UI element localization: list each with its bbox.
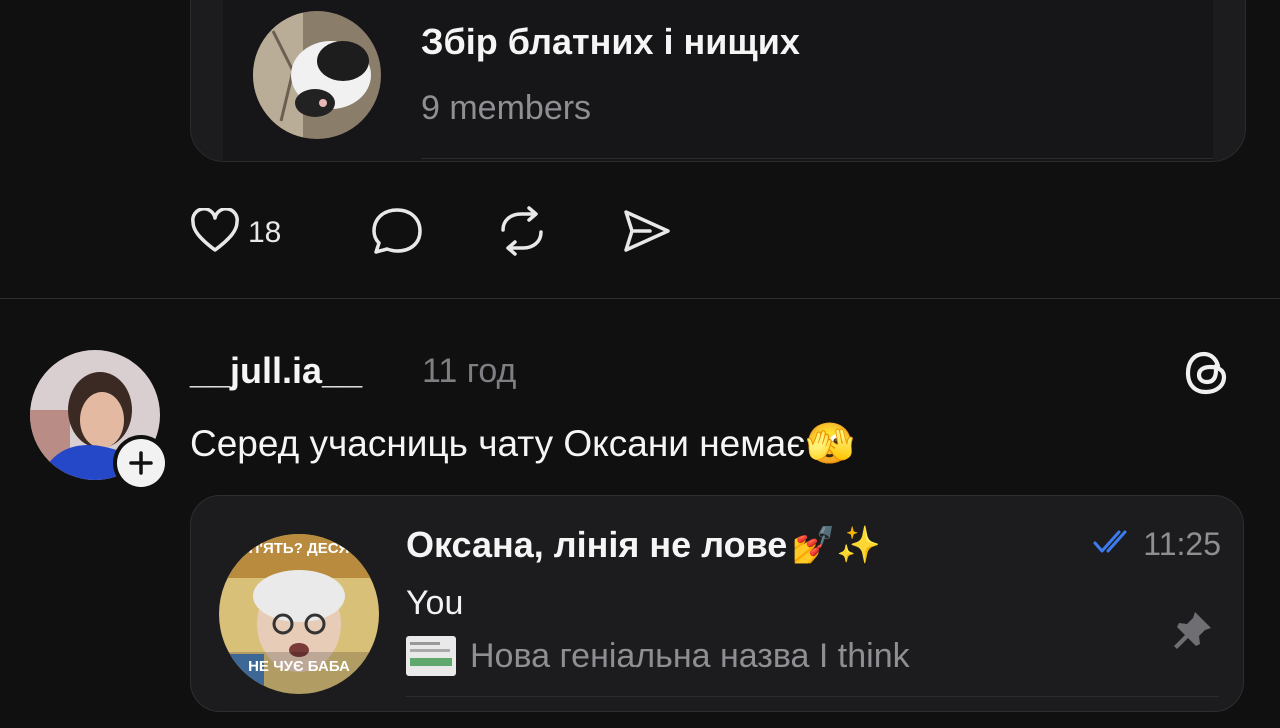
chat-title-text: Оксана, лінія не лове xyxy=(406,524,788,565)
like-button[interactable]: 18 xyxy=(190,206,282,259)
chat-preview-card[interactable]: П'ЯТЬ? ДЕСЯ НЕ ЧУЄ БАБА Оксана, лінія не… xyxy=(190,495,1244,712)
separator xyxy=(406,696,1219,697)
repost-button[interactable] xyxy=(495,205,549,261)
nail-sparkle-emoji: 💅✨ xyxy=(791,524,881,565)
comment-button[interactable] xyxy=(370,206,424,261)
threads-logo-icon[interactable] xyxy=(1180,346,1234,400)
group-member-count: 9 members xyxy=(421,89,592,127)
repost-icon xyxy=(495,205,549,261)
chat-last-message-text: Нова геніальна назва I think xyxy=(470,636,910,675)
face-peeking-emoji: 🫣 xyxy=(805,422,855,466)
post-text-content: Серед учасниць чату Оксани немає xyxy=(190,422,806,464)
chat-avatar: П'ЯТЬ? ДЕСЯ НЕ ЧУЄ БАБА xyxy=(219,534,379,694)
message-thumbnail xyxy=(406,636,456,676)
post-timestamp: 11 год xyxy=(422,352,517,390)
post-username[interactable]: __jull.ia__ xyxy=(190,350,362,392)
chat-time: 11:25 xyxy=(1093,526,1221,563)
chat-time-text: 11:25 xyxy=(1143,526,1221,562)
heart-icon xyxy=(190,206,240,259)
post-divider xyxy=(0,298,1280,299)
follow-button[interactable] xyxy=(113,435,169,491)
like-count: 18 xyxy=(248,216,282,249)
share-button[interactable] xyxy=(620,208,674,258)
group-title: Збір блатних і нищих xyxy=(421,21,800,62)
chat-last-message: Нова геніальна назва I think xyxy=(406,636,910,676)
avatar-caption-bottom: НЕ ЧУЄ БАБА xyxy=(248,658,350,675)
separator xyxy=(421,158,1213,159)
chat-title: Оксана, лінія не лове 💅✨ xyxy=(406,524,881,566)
double-check-icon xyxy=(1093,526,1135,563)
chat-last-sender: You xyxy=(406,584,464,622)
post-text: Серед учасниць чату Оксани немає 🫣 xyxy=(190,420,855,467)
shared-group-card[interactable]: Збір блатних і нищих 9 members xyxy=(190,0,1246,162)
plus-icon xyxy=(117,439,165,487)
comment-icon xyxy=(370,206,424,261)
share-icon xyxy=(620,206,674,261)
pin-icon xyxy=(1171,608,1215,652)
avatar-caption-top: П'ЯТЬ? ДЕСЯ xyxy=(248,540,350,557)
group-avatar xyxy=(253,11,381,139)
